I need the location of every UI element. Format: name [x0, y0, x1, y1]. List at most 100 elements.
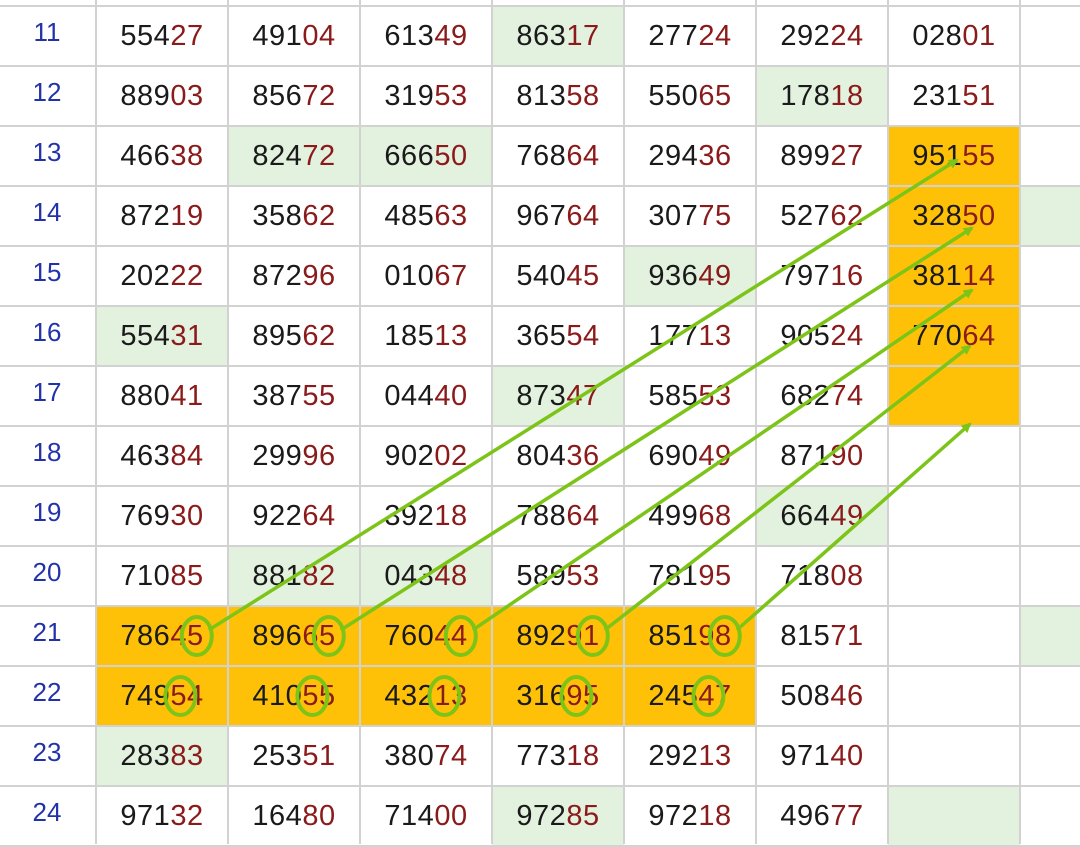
- row-label: 20: [32, 556, 62, 587]
- table-cell: 283 83: [96, 726, 228, 786]
- row-divider: [0, 665, 1080, 667]
- lottery-results-table: 11 554 27 491 04 613 49 863 17 277 24 292 24 028 01 12 8…: [0, 0, 1080, 847]
- table-cell: 245 47: [624, 666, 756, 726]
- table-cell: 781 95: [648, 559, 732, 592]
- table-cell: 292 24: [780, 19, 864, 52]
- table-cell: 381 14: [888, 246, 1020, 306]
- table-cell: 554 31: [96, 306, 228, 366]
- table-cell: 682 74: [780, 379, 864, 412]
- table-cell: 889 03: [120, 79, 204, 112]
- table-cell: 892 91: [492, 606, 624, 666]
- table-cell: 786 45: [96, 606, 228, 666]
- row-label: 13: [32, 136, 62, 167]
- table-cell: 554 27: [120, 19, 204, 52]
- table-cell: 328 50: [888, 186, 1020, 246]
- row-divider: [0, 65, 1080, 67]
- row-label: 18: [32, 436, 62, 467]
- table-cell: [888, 606, 1020, 666]
- table-cell: 851 98: [624, 606, 756, 666]
- table-cell: 292 13: [648, 739, 732, 772]
- row-label: 23: [32, 736, 62, 767]
- table-cell: 899 27: [780, 139, 864, 172]
- table-cell: [888, 486, 1020, 546]
- table-cell: 410 55: [228, 666, 360, 726]
- table-cell: 178 18: [756, 66, 888, 126]
- table-cell: 710 85: [120, 559, 204, 592]
- table-cell: 664 49: [756, 486, 888, 546]
- table-cell: 905 24: [780, 319, 864, 352]
- table-cell: 613 49: [384, 19, 468, 52]
- table-cell: 432 13: [360, 666, 492, 726]
- table-cell: 527 62: [780, 199, 864, 232]
- row-divider: [0, 305, 1080, 307]
- table-cell: 856 72: [252, 79, 336, 112]
- table-cell: 499 68: [648, 499, 732, 532]
- table-cell: 690 49: [648, 439, 732, 472]
- table-cell: 463 84: [120, 439, 204, 472]
- table-cell: 294 36: [648, 139, 732, 172]
- table-cell: 316 95: [492, 666, 624, 726]
- table-cell: 508 46: [780, 679, 864, 712]
- table-cell: 967 64: [516, 199, 600, 232]
- row-label: 12: [32, 76, 62, 107]
- table-cell: 714 00: [384, 799, 468, 832]
- table-cell: 177 13: [648, 319, 732, 352]
- table-cell: 253 51: [252, 739, 336, 772]
- table-cell: 485 63: [384, 199, 468, 232]
- table-cell: 164 80: [252, 799, 336, 832]
- row-divider: [0, 245, 1080, 247]
- table-cell: 873 47: [492, 366, 624, 426]
- table-cell: 769 30: [120, 499, 204, 532]
- table-cell: 277 24: [648, 19, 732, 52]
- row-divider: [0, 425, 1080, 427]
- table-cell: 185 13: [384, 319, 468, 352]
- row-label: 15: [32, 256, 62, 287]
- row-label: 21: [32, 616, 62, 647]
- table-cell: [888, 366, 1020, 426]
- table-cell: 881 82: [228, 546, 360, 606]
- row-label: 19: [32, 496, 62, 527]
- table-cell: 872 96: [252, 259, 336, 292]
- table-cell: 971 32: [120, 799, 204, 832]
- table-cell: 813 58: [516, 79, 600, 112]
- table-cell: 972 85: [492, 786, 624, 846]
- table-cell: 872 19: [120, 199, 204, 232]
- row-divider: [0, 725, 1080, 727]
- table-cell: 044 40: [384, 379, 468, 412]
- table-cell: 589 53: [516, 559, 600, 592]
- table-cell: 231 51: [912, 79, 996, 112]
- table-cell: 936 49: [624, 246, 756, 306]
- table-cell: 202 22: [120, 259, 204, 292]
- column-divider: [887, 0, 889, 844]
- table-cell: 466 38: [120, 139, 204, 172]
- table-cell: 902 02: [384, 439, 468, 472]
- table-cell: 804 36: [516, 439, 600, 472]
- table-cell: 550 65: [648, 79, 732, 112]
- row-label: 11: [33, 16, 61, 47]
- column-divider: [359, 0, 361, 844]
- table-cell: 358 62: [252, 199, 336, 232]
- row-divider: [0, 545, 1080, 547]
- table-cell: 496 77: [780, 799, 864, 832]
- table-cell: 749 54: [96, 666, 228, 726]
- table-cell: [888, 666, 1020, 726]
- table-cell: 299 96: [252, 439, 336, 472]
- table-cell: 951 55: [888, 126, 1020, 186]
- table-cell: 922 64: [252, 499, 336, 532]
- row-divider: [0, 365, 1080, 367]
- row-divider: [0, 5, 1080, 7]
- table-cell: 896 65: [228, 606, 360, 666]
- table-cell: 880 41: [120, 379, 204, 412]
- table-cell: 718 08: [780, 559, 864, 592]
- row-divider: [0, 785, 1080, 787]
- table-cell: 392 18: [384, 499, 468, 532]
- table-cell: 770 64: [888, 306, 1020, 366]
- partial-highlight: [1020, 186, 1080, 246]
- table-cell: 307 75: [648, 199, 732, 232]
- table-cell: 863 17: [492, 6, 624, 66]
- row-divider: [0, 605, 1080, 607]
- row-divider: [0, 125, 1080, 127]
- row-label: 24: [32, 796, 62, 827]
- table-cell: 895 62: [252, 319, 336, 352]
- column-divider: [623, 0, 625, 844]
